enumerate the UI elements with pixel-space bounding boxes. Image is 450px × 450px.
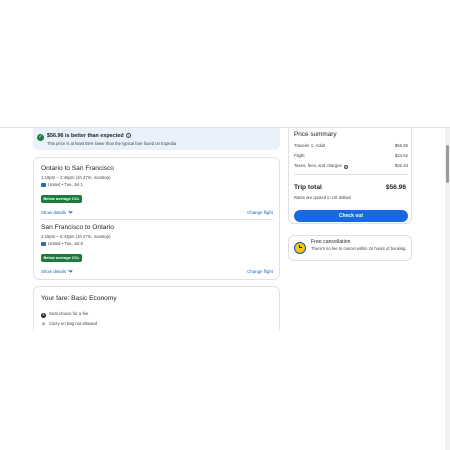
summary-row: Flight $24.52 [294,153,408,158]
segment-divider [41,219,273,220]
fare-card: Your fare: Basic Economy $ Seat choice fo… [33,286,280,331]
flight-segment-outbound: Ontario to San Francisco 1:19pm – 2:46pm… [41,165,273,217]
close-icon: × [41,322,46,328]
info-icon[interactable]: i [343,164,349,169]
info-icon[interactable]: i [125,133,131,139]
co2-badge: Below average CO₂ [41,253,82,262]
trip-total-label: Trip total [294,184,322,191]
show-details-link[interactable]: Show details [41,268,73,274]
fare-feature: $ Seat choice for a fee [41,311,89,318]
banner-title: $56.96 is better than expected i [47,133,131,139]
flight-airline-date: United • Tue, Jul 1 [41,182,273,187]
scrollbar-thumb[interactable] [446,145,449,183]
flight-segment-return: San Francisco to Ontario 4:16pm – 5:43pm… [41,224,273,276]
check-circle-icon: ✓ [37,134,44,141]
free-cancellation-card: Free cancellation There's no fee to canc… [288,235,412,261]
fare-title: Your fare: Basic Economy [41,295,117,302]
flight-route: San Francisco to Ontario [41,224,114,231]
fare-feature: × Carry-on bag not allowed [41,321,98,328]
show-details-link[interactable]: Show details [41,209,73,215]
airline-logo-icon [41,241,46,246]
summary-row: Traveler 1: Adult $56.96 [294,143,408,148]
cancellation-title: Free cancellation [311,239,351,245]
change-flight-link[interactable]: Change flight [247,210,273,215]
trip-total-value: $56.96 [385,184,406,191]
airline-logo-icon [41,182,46,187]
banner-subtitle: This price is at least 55% lower than th… [47,141,177,146]
change-flight-link[interactable]: Change flight [247,269,273,274]
co2-badge: Below average CO₂ [41,194,82,203]
flight-times: 4:16pm – 5:43pm (1h 27m, nonstop) [41,234,111,239]
dollar-icon: $ [41,313,46,318]
summary-row: Taxes, fees, and charges i $32.44 [294,163,408,169]
flights-card: Ontario to San Francisco 1:19pm – 2:46pm… [33,157,280,280]
price-insight-banner: ✓ $56.96 is better than expected i This p… [33,128,280,150]
price-summary-card: Price summary Traveler 1: Adult $56.96 Fl… [288,128,412,224]
clock-icon [294,242,306,254]
flight-route: Ontario to San Francisco [41,165,114,172]
rates-note: Rates are quoted in US dollars [294,195,352,200]
flight-times: 1:19pm – 2:46pm (1h 27m, nonstop) [41,175,111,180]
summary-divider [294,174,408,175]
chevron-down-icon [68,268,73,273]
price-summary-title: Price summary [294,131,337,138]
chevron-down-icon [68,209,73,214]
cancellation-text: There's no fee to cancel within 24 hours… [311,246,407,251]
checkout-button[interactable]: Check out [294,210,408,222]
flight-airline-date: United • Tue, Jul 8 [41,241,273,246]
